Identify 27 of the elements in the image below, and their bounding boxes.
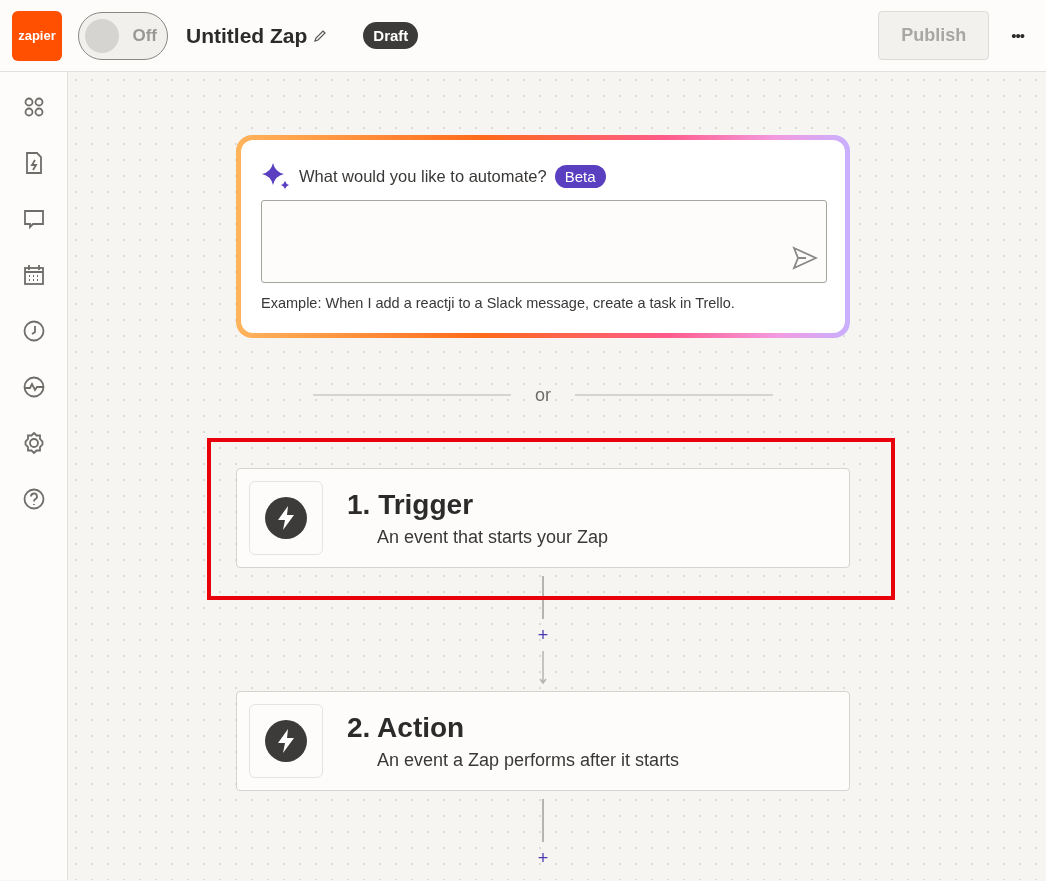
add-step-button[interactable]: + xyxy=(537,848,549,868)
pencil-icon[interactable] xyxy=(313,28,328,43)
prompt-input-field[interactable] xyxy=(261,200,827,283)
sparkle-icon xyxy=(261,162,291,190)
example-text: Example: When I add a reactji to a Slack message, create a task in Trello. xyxy=(261,295,736,311)
step-card[interactable]: 2. Action An event a Zap performs after it starts xyxy=(236,691,850,791)
activity-icon[interactable] xyxy=(21,375,46,399)
beta-badge: Beta xyxy=(554,164,606,188)
status-badge: Draft xyxy=(363,22,419,49)
lightning-icon xyxy=(265,720,307,762)
send-icon[interactable] xyxy=(792,246,818,270)
help-icon[interactable] xyxy=(21,487,46,511)
connector-arrow xyxy=(539,651,547,684)
zap-title[interactable]: Untitled Zap xyxy=(186,23,308,48)
lightning-icon xyxy=(265,497,307,539)
step-subtitle: An event that starts your Zap xyxy=(377,526,609,548)
step-title: 2. Action xyxy=(347,711,466,744)
step-subtitle: An event a Zap performs after it starts xyxy=(377,749,680,771)
step-card[interactable]: 1. Trigger An event that starts your Zap xyxy=(236,468,850,568)
calendar-icon[interactable] xyxy=(21,263,46,287)
step-title: 1. Trigger xyxy=(347,488,475,521)
prompt-question: What would you like to automate? xyxy=(299,166,547,186)
clock-icon[interactable] xyxy=(21,319,46,343)
add-step-button[interactable]: + xyxy=(537,625,549,645)
chat-icon[interactable] xyxy=(21,207,46,231)
or-separator-text: or xyxy=(535,384,551,406)
more-button[interactable]: ••• xyxy=(1007,23,1028,48)
